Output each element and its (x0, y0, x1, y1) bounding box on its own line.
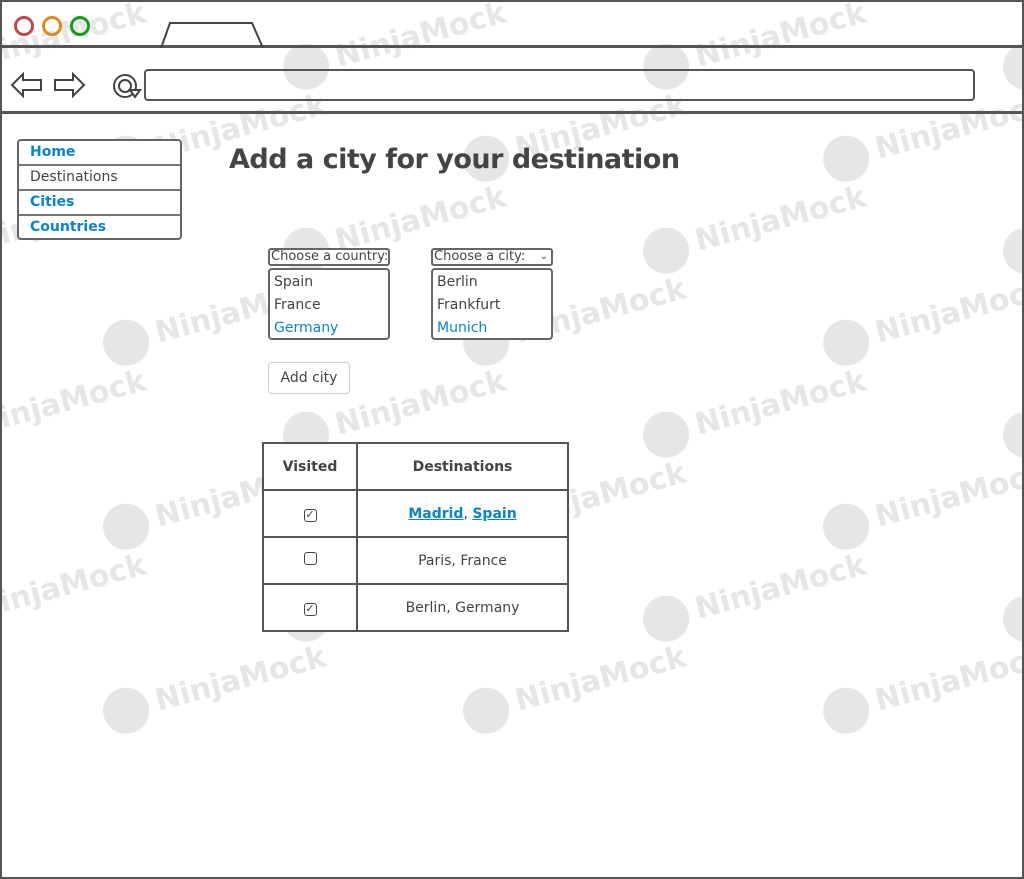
country-option[interactable]: Spain (274, 271, 384, 294)
country-link[interactable]: Spain (472, 506, 516, 522)
city-list[interactable]: Berlin Frankfurt Munich (431, 268, 553, 340)
nav-bar (2, 48, 1022, 114)
destination-cell: Berlin, Germany (356, 583, 569, 632)
maximize-window-button[interactable] (70, 16, 90, 36)
country-list[interactable]: Spain France Germany (268, 268, 390, 340)
table-row: Paris, France (262, 536, 569, 585)
country-option[interactable]: France (274, 294, 384, 317)
page-title: Add a city for your destination (229, 144, 680, 175)
chevron-down-icon: ⌄ (539, 251, 548, 262)
country-select[interactable]: Choose a country: ⌄ (268, 248, 390, 266)
add-city-button[interactable]: Add city (268, 362, 350, 394)
separator: , (463, 505, 473, 522)
destination-cell: Paris, France (356, 536, 569, 585)
country-select-label: Choose a country: (271, 249, 389, 264)
city-option-selected[interactable]: Munich (437, 317, 547, 340)
sidebar-item-destinations[interactable]: Destinations (19, 166, 180, 191)
sidebar-item-home[interactable]: Home (19, 141, 180, 166)
visited-checkbox-unchecked[interactable] (303, 552, 317, 565)
close-window-button[interactable] (14, 16, 34, 36)
country-option-selected[interactable]: Germany (274, 317, 384, 340)
sidebar-item-cities[interactable]: Cities (19, 191, 180, 216)
back-arrow-icon[interactable] (10, 72, 44, 98)
city-select[interactable]: Choose a city: ⌄ (431, 248, 553, 266)
destinations-table: Visited Destinations ✓ Madrid, Spain Par… (262, 442, 569, 632)
chevron-down-icon: ⌄ (376, 251, 385, 262)
header-visited: Visited (262, 442, 358, 491)
city-option[interactable]: Berlin (437, 271, 547, 294)
browser-tab[interactable] (160, 21, 266, 48)
city-link[interactable]: Madrid (408, 506, 463, 522)
destination-cell: Madrid, Spain (356, 489, 569, 538)
visited-checkbox-checked[interactable]: ✓ (303, 602, 317, 616)
title-bar (2, 2, 1022, 48)
table-row: ✓ Berlin, Germany (262, 583, 569, 632)
table-row: ✓ Madrid, Spain (262, 489, 569, 538)
sidebar-item-countries[interactable]: Countries (19, 216, 180, 241)
city-select-label: Choose a city: (434, 249, 526, 264)
city-option[interactable]: Frankfurt (437, 294, 547, 317)
sidebar-nav: Home Destinations Cities Countries (17, 139, 182, 240)
minimize-window-button[interactable] (42, 16, 62, 36)
browser-window (0, 0, 1024, 879)
reload-icon[interactable] (110, 70, 142, 102)
address-bar[interactable] (144, 69, 975, 101)
forward-arrow-icon[interactable] (52, 72, 86, 98)
visited-checkbox-checked[interactable]: ✓ (303, 508, 317, 522)
table-header-row: Visited Destinations (262, 442, 569, 491)
header-destinations: Destinations (356, 442, 569, 491)
